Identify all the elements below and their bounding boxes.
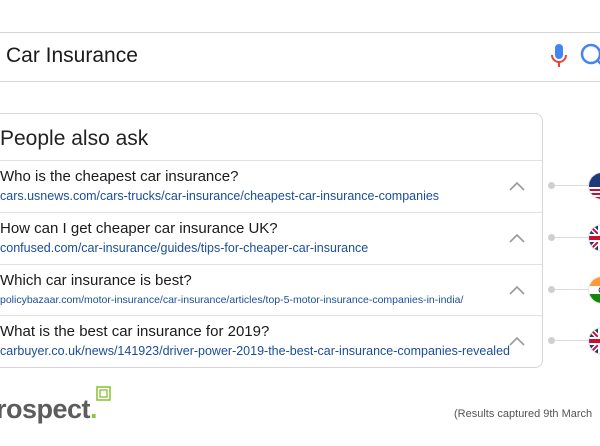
captured-note: (Results captured 9th March <box>454 408 593 420</box>
uk-flag-icon <box>588 327 600 355</box>
search-icon[interactable] <box>578 41 600 71</box>
us-flag-icon <box>588 172 600 200</box>
connector-dot <box>548 337 555 344</box>
uk-flag-icon <box>588 224 600 252</box>
connector-dot <box>548 286 555 293</box>
question-text[interactable]: How can I get cheaper car insurance UK? <box>0 220 278 237</box>
divider <box>0 160 542 161</box>
chevron-up-icon[interactable] <box>508 335 526 347</box>
brand-mark-icon <box>96 386 111 401</box>
people-also-ask-title: People also ask <box>0 127 149 150</box>
connector-dot <box>548 234 555 241</box>
question-text[interactable]: Which car insurance is best? <box>0 272 192 289</box>
question-text[interactable]: Who is the cheapest car insurance? <box>0 168 238 185</box>
search-input[interactable]: Car Insurance <box>6 44 138 68</box>
connector-line <box>555 185 589 186</box>
result-url[interactable]: confused.com/car-insurance/guides/tips-f… <box>0 241 368 255</box>
result-url[interactable]: policybazaar.com/motor-insurance/car-ins… <box>0 294 463 306</box>
chevron-up-icon[interactable] <box>508 232 526 244</box>
chevron-up-icon[interactable] <box>508 180 526 192</box>
brand-logo: rospect. <box>0 394 98 425</box>
result-url[interactable]: cars.usnews.com/cars-trucks/car-insuranc… <box>0 189 439 203</box>
divider <box>0 315 542 316</box>
brand-name: rospect <box>0 394 91 424</box>
connector-line <box>555 289 589 290</box>
question-text[interactable]: What is the best car insurance for 2019? <box>0 323 269 340</box>
connector-dot <box>548 182 555 189</box>
divider <box>0 264 542 265</box>
india-flag-icon <box>588 276 600 304</box>
connector-line <box>555 237 589 238</box>
result-url[interactable]: carbuyer.co.uk/news/141923/driver-power-… <box>0 344 510 358</box>
divider <box>0 212 542 213</box>
connector-line <box>555 340 589 341</box>
chevron-up-icon[interactable] <box>508 284 526 296</box>
microphone-icon[interactable] <box>548 41 570 71</box>
